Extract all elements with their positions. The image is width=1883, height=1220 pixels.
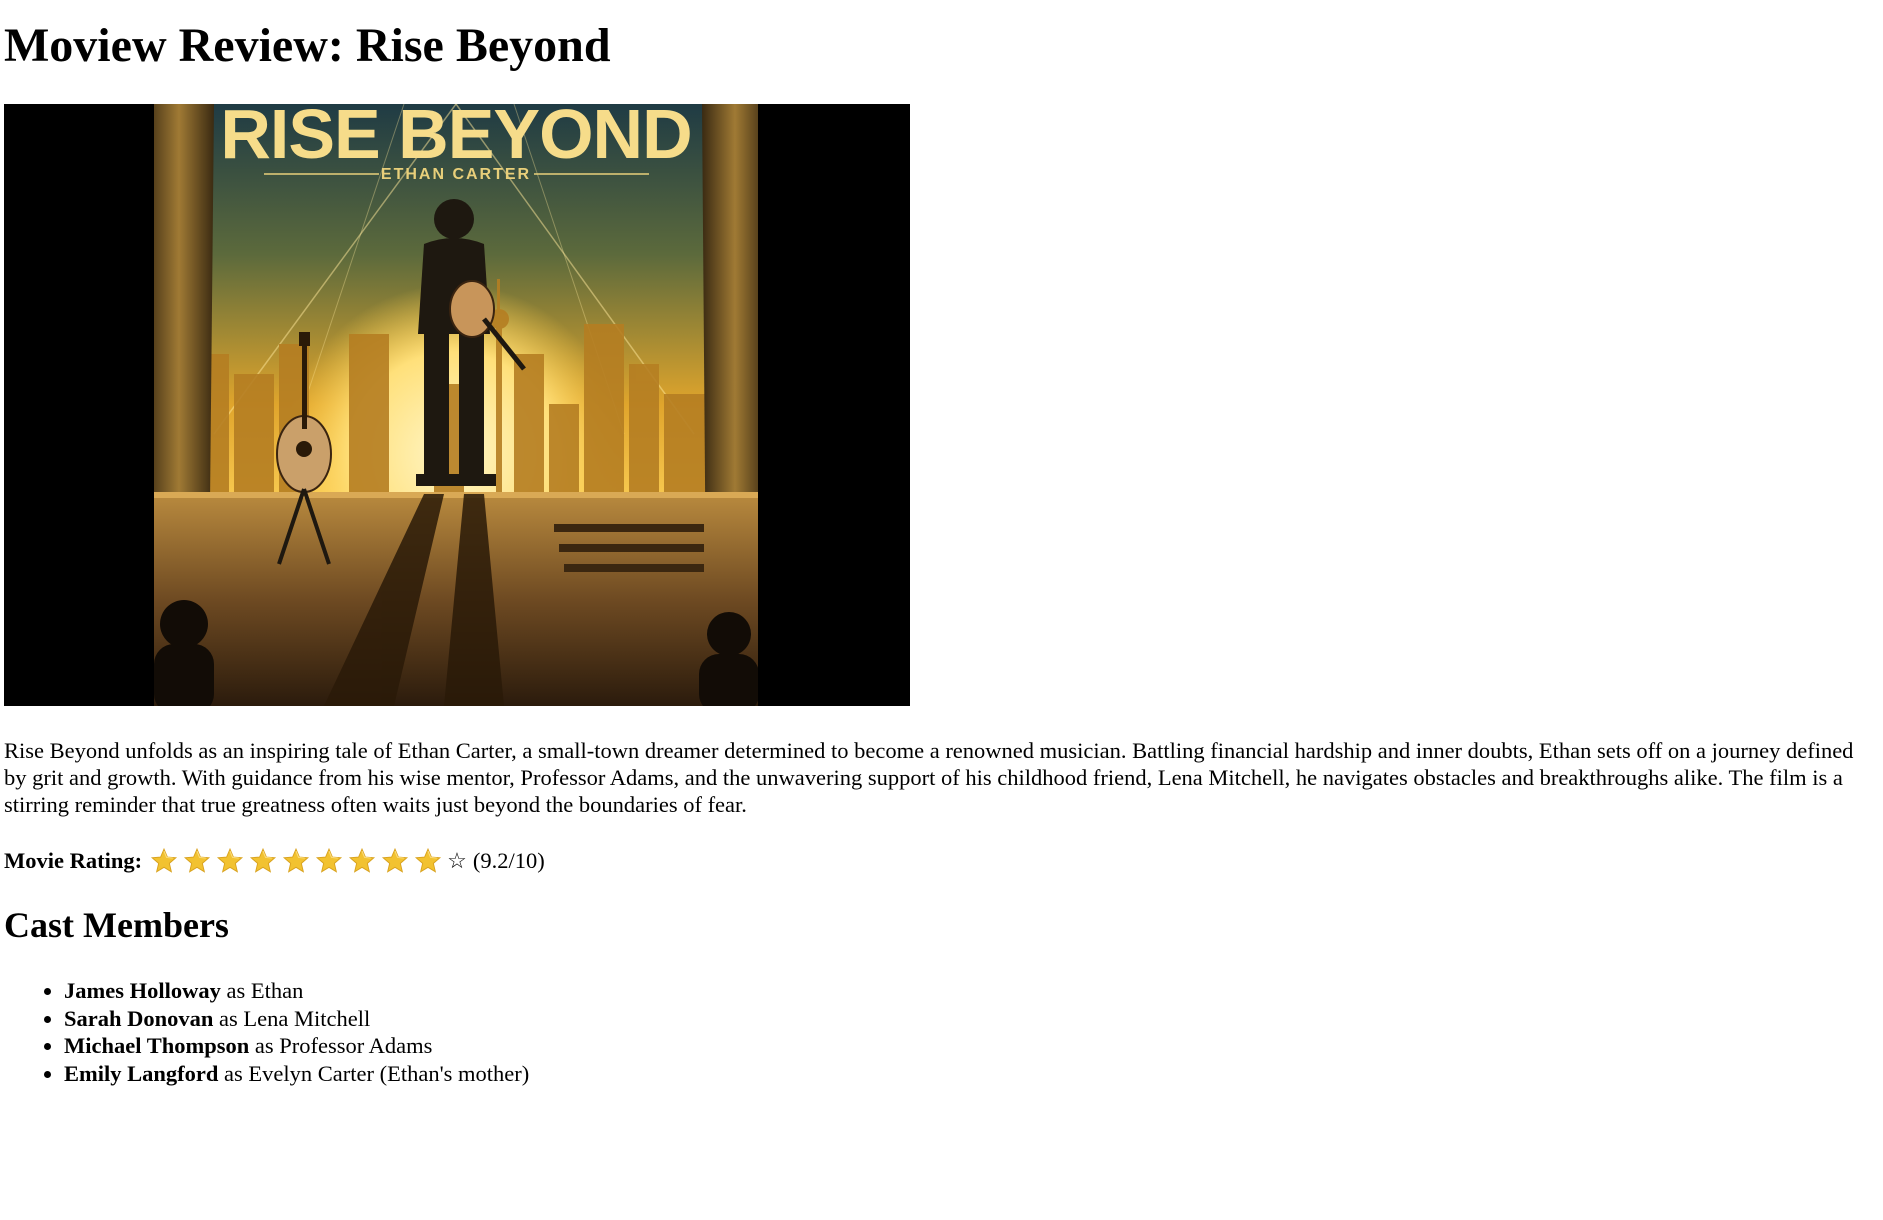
cast-role: as Evelyn Carter (Ethan's mother) — [218, 1060, 530, 1086]
cast-actor-name: Michael Thompson — [64, 1033, 250, 1058]
movie-poster-image: RISE BEYOND ETHAN CARTER — [4, 104, 910, 706]
rating-score: (9.2/10) — [472, 848, 545, 873]
poster-title-text: RISE BEYOND — [220, 104, 691, 173]
cast-member: James Holloway as Ethan — [64, 977, 529, 1005]
filled-star-icon — [414, 847, 442, 875]
filled-star-icon — [381, 847, 409, 875]
filled-star-icon — [282, 847, 310, 875]
filled-star-icon — [249, 847, 277, 875]
filled-star-icon — [216, 847, 244, 875]
empty-star-icon: ☆ — [447, 848, 467, 873]
movie-rating: Movie Rating: ☆ (9.2/10) — [4, 846, 1204, 876]
cast-member: Emily Langford as Evelyn Carter (Ethan's… — [64, 1060, 529, 1088]
cast-list: James Holloway as EthanSarah Donovan as … — [4, 977, 529, 1087]
cast-member: Sarah Donovan as Lena Mitchell — [64, 1005, 529, 1033]
filled-star-icon — [315, 847, 343, 875]
page-title: Moview Review: Rise Beyond — [4, 19, 611, 72]
cast-actor-name: Emily Langford — [64, 1060, 219, 1086]
cast-actor-name: Sarah Donovan — [64, 1005, 214, 1031]
filled-star-icon — [183, 847, 211, 875]
poster-byline-text: ETHAN CARTER — [381, 166, 531, 183]
movie-summary: Rise Beyond unfolds as an inspiring tale… — [4, 738, 1854, 817]
cast-member: Michael Thompson as Professor Adams — [64, 1032, 529, 1060]
cast-actor-name: James Holloway — [64, 978, 221, 1003]
cast-heading: Cast Members — [4, 905, 229, 945]
filled-star-icon — [348, 847, 376, 875]
rating-label: Movie Rating: — [4, 848, 143, 873]
rating-stars: ☆ — [150, 847, 473, 875]
cast-role: as Ethan — [220, 978, 304, 1003]
filled-star-icon — [150, 847, 178, 875]
cast-role: as Professor Adams — [249, 1033, 433, 1058]
cast-role: as Lena Mitchell — [213, 1005, 371, 1031]
movie-poster-illustration: RISE BEYOND ETHAN CARTER — [154, 104, 758, 706]
